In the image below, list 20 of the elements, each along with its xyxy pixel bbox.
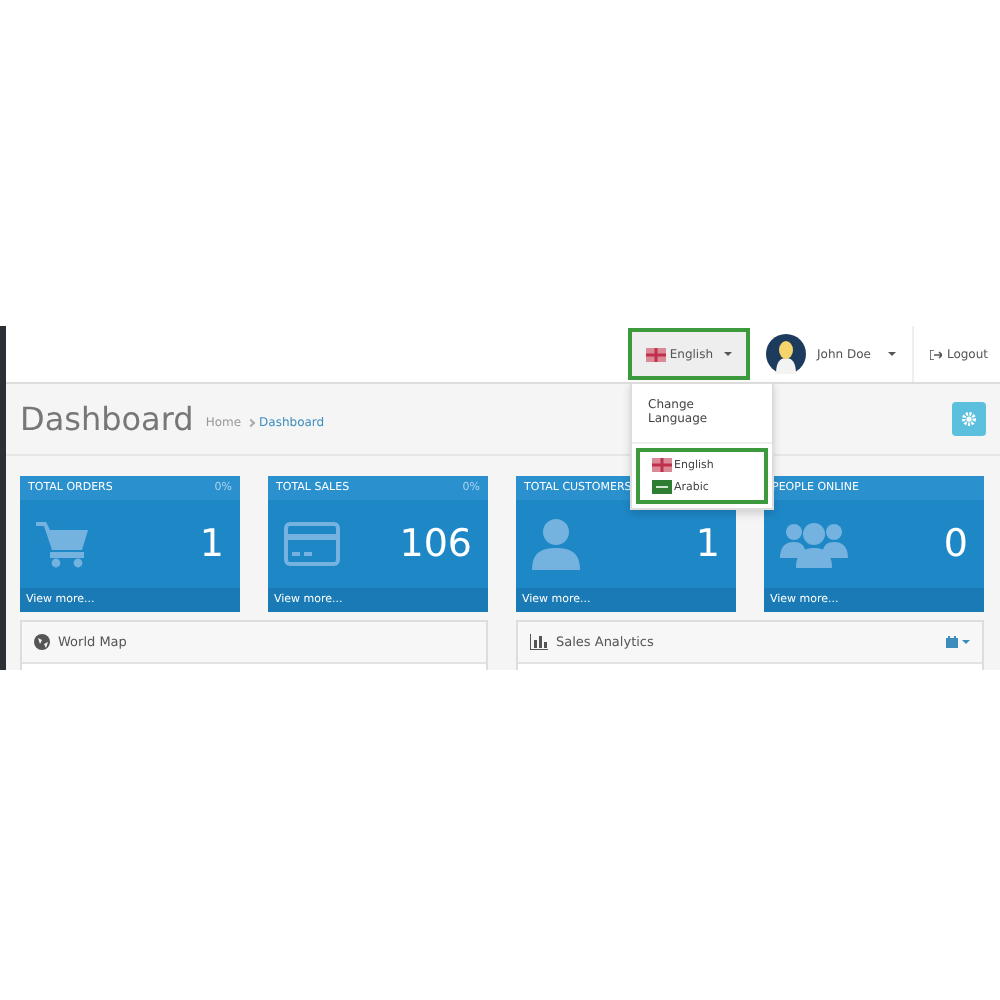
settings-button[interactable] [952,402,986,436]
flag-icon [652,458,672,472]
cart-icon [36,520,88,568]
page-title: Dashboard [20,400,194,438]
credit-card-icon [284,522,340,566]
logout-icon [930,349,943,359]
globe-icon [34,634,50,650]
avatar-icon [765,334,806,374]
calendar-icon [946,636,958,648]
settings-icon [962,412,976,426]
stat-value: 106 [399,522,472,566]
stat-value: 1 [695,522,720,566]
users-icon [780,520,848,568]
user-icon [532,518,580,570]
stat-value: 1 [199,522,224,566]
stat-value: 0 [943,522,968,566]
flag-icon [645,347,666,361]
flag-icon [652,480,672,494]
calendar-dropdown[interactable] [946,636,970,648]
bar-chart-icon [530,634,548,650]
